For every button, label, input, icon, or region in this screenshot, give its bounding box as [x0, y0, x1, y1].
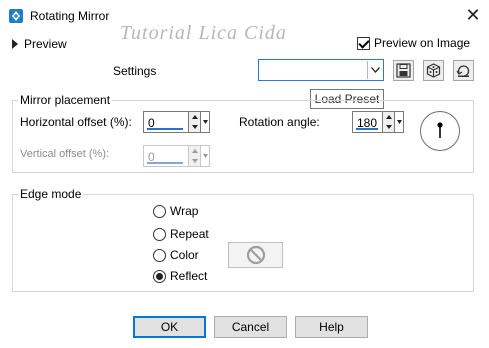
spin-buttons[interactable] — [383, 111, 395, 133]
angle-pointer-icon — [437, 122, 443, 138]
slider-dropdown-icon — [201, 145, 210, 167]
mirror-placement-title: Mirror placement — [18, 93, 113, 107]
vertical-offset-input: 0 — [143, 145, 189, 167]
close-icon[interactable]: ✕ — [460, 2, 486, 28]
cancel-button[interactable]: Cancel — [214, 316, 287, 338]
save-preset-button[interactable] — [393, 60, 414, 81]
preview-label: Preview — [24, 37, 67, 51]
spin-up-icon[interactable] — [189, 112, 200, 122]
horizontal-offset-input[interactable]: 0 — [143, 111, 189, 133]
watermark-text: Tutorial Lica Cida — [120, 22, 287, 44]
rotation-angle-stepper[interactable]: 180 — [352, 111, 404, 133]
spin-buttons — [189, 145, 201, 167]
mirror-placement-group — [12, 100, 474, 173]
app-icon — [8, 8, 24, 24]
settings-label: Settings — [113, 64, 157, 78]
reset-button[interactable] — [453, 60, 474, 81]
radio-icon[interactable] — [153, 248, 166, 262]
slider-dropdown-icon[interactable] — [201, 111, 210, 133]
rotation-dial[interactable] — [420, 111, 460, 151]
preview-on-image-checkbox[interactable]: Preview on Image — [357, 36, 470, 50]
edge-mode-title: Edge mode — [18, 187, 84, 201]
preset-combobox[interactable] — [258, 59, 384, 81]
radio-selected-icon[interactable] — [153, 269, 166, 283]
value-underline — [147, 162, 183, 164]
value-underline — [356, 128, 378, 130]
radio-color-label: Color — [170, 248, 199, 262]
spin-down-icon[interactable] — [383, 122, 394, 132]
chevron-down-icon[interactable] — [367, 61, 382, 79]
radio-reflect-label: Reflect — [170, 269, 208, 283]
spin-buttons[interactable] — [189, 111, 201, 133]
vertical-offset-label: Vertical offset (%): — [20, 148, 110, 160]
rotation-angle-label: Rotation angle: — [239, 115, 320, 129]
expand-triangle-icon — [12, 39, 18, 49]
horizontal-offset-stepper[interactable]: 0 — [143, 111, 210, 133]
spin-down-icon[interactable] — [189, 122, 200, 132]
color-swatch — [228, 242, 283, 268]
value-underline — [147, 128, 183, 130]
radio-color[interactable]: Color — [153, 248, 199, 262]
disabled-icon — [246, 245, 265, 265]
spin-down-icon — [189, 156, 200, 166]
spin-up-icon[interactable] — [383, 112, 394, 122]
checkbox-checked-icon[interactable] — [357, 36, 370, 50]
preview-expander[interactable]: Preview — [12, 37, 67, 51]
rotation-angle-input[interactable]: 180 — [352, 111, 383, 133]
randomize-icon — [426, 63, 441, 78]
preview-on-image-label: Preview on Image — [374, 36, 471, 50]
radio-wrap-label: Wrap — [170, 204, 199, 218]
help-button[interactable]: Help — [295, 316, 368, 338]
randomize-button[interactable] — [423, 60, 444, 81]
save-preset-icon — [396, 63, 411, 78]
vertical-offset-stepper: 0 — [143, 145, 210, 167]
radio-wrap[interactable]: Wrap — [153, 204, 198, 218]
radio-repeat-label: Repeat — [170, 227, 209, 241]
radio-repeat[interactable]: Repeat — [153, 227, 209, 241]
ok-button[interactable]: OK — [133, 316, 206, 338]
slider-dropdown-icon[interactable] — [395, 111, 404, 133]
reset-icon — [456, 65, 470, 77]
radio-icon[interactable] — [153, 204, 166, 218]
window-title: Rotating Mirror — [30, 9, 110, 23]
spin-up-icon — [189, 146, 200, 156]
radio-icon[interactable] — [153, 227, 166, 241]
horizontal-offset-label: Horizontal offset (%): — [20, 115, 132, 129]
radio-reflect[interactable]: Reflect — [153, 269, 207, 283]
